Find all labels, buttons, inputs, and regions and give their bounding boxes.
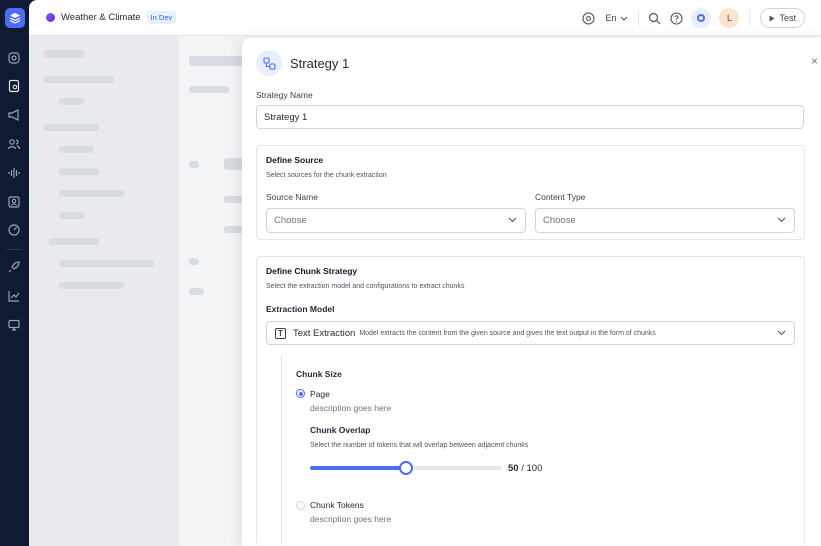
define-chunk-subtitle: Select the extraction model and configur… xyxy=(266,283,465,290)
overlap-value-readout: 50 / 100 xyxy=(508,463,542,474)
users-icon[interactable] xyxy=(7,137,21,151)
test-button[interactable]: Test xyxy=(760,8,805,28)
chart-line-icon[interactable] xyxy=(7,289,21,303)
define-source-title: Define Source xyxy=(266,155,324,165)
chunk-size-label: Chunk Size xyxy=(296,369,342,379)
chevron-down-icon xyxy=(777,330,786,336)
search-icon[interactable] xyxy=(647,11,661,25)
chunk-overlap-label: Chunk Overlap xyxy=(310,425,371,435)
chevron-down-icon xyxy=(508,217,517,223)
content-type-select[interactable]: Choose xyxy=(535,208,795,233)
define-source-subtitle: Select sources for the chunk extraction xyxy=(266,172,387,179)
define-source-section: Define Source Select sources for the chu… xyxy=(256,145,805,240)
strategy-icon xyxy=(256,50,282,76)
overlap-max: / 100 xyxy=(521,463,543,474)
settings-circle-icon[interactable] xyxy=(581,11,595,25)
language-label: En xyxy=(605,13,617,23)
chunk-tokens-radio[interactable] xyxy=(296,501,305,510)
source-name-label: Source Name xyxy=(266,192,318,202)
monitor-icon[interactable] xyxy=(7,318,21,332)
define-chunk-title: Define Chunk Strategy xyxy=(266,266,358,276)
content-type-placeholder: Choose xyxy=(543,215,576,226)
text-icon: T xyxy=(275,327,286,339)
chunk-overlap-description: Select the number of tokens that will ov… xyxy=(310,442,529,449)
chevron-down-icon xyxy=(777,217,786,223)
source-name-select[interactable]: Choose xyxy=(266,208,526,233)
extraction-model-select[interactable]: T Text Extraction Model extracts the con… xyxy=(266,321,795,345)
define-chunk-section: Define Chunk Strategy Select the extract… xyxy=(256,256,805,546)
env-badge: In Dev xyxy=(146,11,177,24)
divider xyxy=(638,10,640,26)
search-document-icon[interactable] xyxy=(7,79,21,93)
left-rail xyxy=(0,0,29,546)
help-icon[interactable] xyxy=(669,11,683,25)
strategy-drawer: × Strategy 1 Strategy Name Strategy 1 De… xyxy=(242,38,821,546)
background-side-panel xyxy=(29,36,179,546)
avatar[interactable]: L xyxy=(719,8,740,28)
page-option-description: description goes here xyxy=(310,403,392,413)
test-button-label: Test xyxy=(779,13,796,23)
chevron-down-icon xyxy=(621,16,628,21)
page-option-label[interactable]: Page xyxy=(310,389,330,399)
status-ring-icon[interactable] xyxy=(691,8,712,28)
divider xyxy=(749,10,751,26)
slider-thumb[interactable] xyxy=(399,461,413,475)
contact-card-icon[interactable] xyxy=(7,195,21,209)
app-logo-icon[interactable] xyxy=(5,8,25,28)
slider-fill xyxy=(310,466,406,470)
gauge-icon[interactable] xyxy=(7,223,21,237)
audio-wave-icon[interactable] xyxy=(7,166,21,180)
chunk-config-panel: Chunk Size Page description goes here Ch… xyxy=(281,355,796,545)
app-dot-icon xyxy=(46,13,55,22)
settings-icon[interactable] xyxy=(7,51,21,65)
overlap-value: 50 xyxy=(508,463,519,474)
chunk-tokens-option-description: description goes here xyxy=(310,514,392,524)
strategy-name-input[interactable]: Strategy 1 xyxy=(256,105,804,129)
rail-divider xyxy=(6,249,22,250)
megaphone-icon[interactable] xyxy=(7,108,21,122)
top-bar: Weather & Climate In Dev En L Test xyxy=(29,0,821,36)
chunk-tokens-option-label[interactable]: Chunk Tokens xyxy=(310,500,364,510)
drawer-title: Strategy 1 xyxy=(290,56,350,71)
extraction-model-name: Text Extraction xyxy=(293,327,356,339)
extraction-model-label: Extraction Model xyxy=(266,304,335,314)
content-type-label: Content Type xyxy=(535,192,586,202)
language-select[interactable]: En xyxy=(605,13,628,23)
app-title[interactable]: Weather & Climate xyxy=(61,12,141,23)
close-icon[interactable]: × xyxy=(811,54,821,68)
top-bar-actions: En L Test xyxy=(573,0,805,36)
extraction-model-description: Model extracts the content from the give… xyxy=(359,329,656,337)
page-radio[interactable] xyxy=(296,389,305,398)
strategy-name-label: Strategy Name xyxy=(256,90,313,100)
play-icon xyxy=(769,15,775,21)
rocket-icon[interactable] xyxy=(7,260,21,274)
source-name-placeholder: Choose xyxy=(274,215,307,226)
